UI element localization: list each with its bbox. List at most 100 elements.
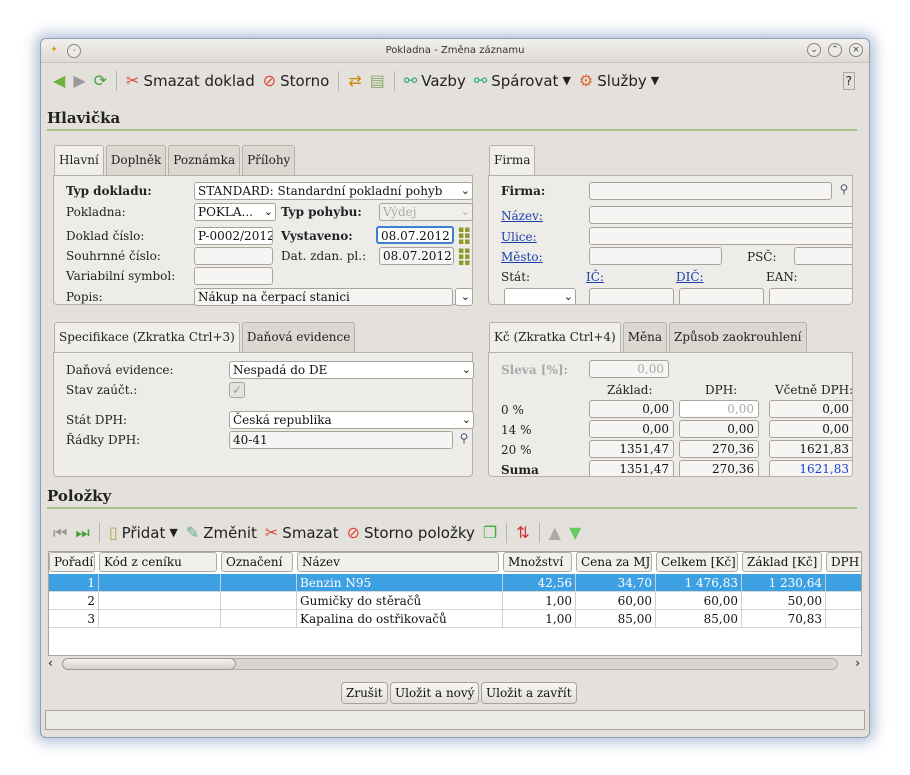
horizontal-scrollbar[interactable]: ‹ ›	[48, 656, 862, 672]
description-field[interactable]: Nákup na čerpací stanici	[194, 288, 453, 306]
base-0-field[interactable]: 0,00	[589, 400, 674, 418]
ic-field[interactable]	[589, 288, 674, 304]
table-row[interactable]: 3 Kapalina do ostřikovačů 1,00 85,00 85,…	[49, 610, 861, 628]
tab-main[interactable]: Hlavní	[54, 145, 104, 176]
move-up-button[interactable]: ▲	[545, 525, 565, 541]
services-button[interactable]: ⚙ Služby ▼	[575, 72, 663, 90]
vat-rows-field[interactable]: 40-41	[229, 431, 453, 449]
delete-item-button[interactable]: ✂ Smazat	[261, 524, 343, 542]
vat-0-field[interactable]: 0,00	[679, 400, 759, 418]
export-button[interactable]: ⇄	[344, 73, 365, 89]
variable-symbol-field[interactable]	[194, 267, 273, 285]
summary-number-field[interactable]	[194, 247, 273, 265]
edit-item-button[interactable]: ✎ Změnit	[182, 524, 261, 542]
search-icon[interactable]: ⚲	[457, 431, 471, 449]
tab-supplement[interactable]: Doplněk	[105, 145, 167, 175]
name-link[interactable]: Název:	[501, 209, 543, 223]
state-select[interactable]: ⌄	[504, 288, 576, 304]
total-14-field[interactable]: 0,00	[769, 420, 852, 438]
street-field[interactable]	[589, 227, 852, 245]
table-row[interactable]: 2 Gumičky do stěračů 1,00 60,00 60,00 50…	[49, 592, 861, 610]
column-header-base[interactable]: Základ [Kč]	[742, 552, 822, 572]
firm-name-field[interactable]	[589, 206, 852, 224]
last-icon[interactable]: ⏭	[71, 525, 93, 541]
tab-czk[interactable]: Kč (Zkratka Ctrl+4)	[489, 322, 621, 353]
copy-item-button[interactable]: ❐	[479, 525, 501, 541]
ean-field[interactable]	[769, 288, 852, 304]
tab-rounding[interactable]: Způsob zaokrouhlení	[668, 322, 807, 352]
storno-item-button[interactable]: ⊘ Storno položky	[343, 524, 479, 542]
add-item-button[interactable]: ▯ Přidat ▼	[105, 524, 182, 542]
calendar-icon[interactable]: ▪▪ ▪▪ ▪▪	[458, 226, 470, 247]
status-bar	[45, 710, 865, 730]
scrollbar-thumb[interactable]	[62, 658, 236, 670]
minimize-icon[interactable]: ⌄	[807, 43, 821, 57]
cancel-button[interactable]: Zrušit	[341, 682, 388, 704]
base-20-field[interactable]: 1351,47	[589, 440, 674, 458]
city-link[interactable]: Město:	[501, 250, 543, 264]
street-link[interactable]: Ulice:	[501, 230, 537, 244]
pair-button[interactable]: ⚯ Spárovat ▼	[470, 72, 575, 90]
tab-specification[interactable]: Specifikace (Zkratka Ctrl+3)	[54, 322, 240, 353]
tab-attachments[interactable]: Přílohy	[242, 145, 296, 175]
dic-field[interactable]	[679, 288, 764, 304]
save-close-button[interactable]: Uložit a zavřít	[481, 682, 577, 704]
back-icon[interactable]: ◀	[49, 73, 69, 89]
vat-20-field[interactable]: 270,36	[679, 440, 759, 458]
account-state-checkbox[interactable]: ✓	[229, 382, 245, 398]
maximize-icon[interactable]: ⌃	[828, 43, 842, 57]
vat-14-field[interactable]: 0,00	[679, 420, 759, 438]
first-icon[interactable]: ⏮	[49, 525, 71, 541]
base-14-field[interactable]: 0,00	[589, 420, 674, 438]
move-type-select[interactable]: Výdej ⌄	[379, 203, 473, 221]
doc-type-select[interactable]: STANDARD: Standardní pokladní pohyb ⌄	[194, 182, 473, 200]
links-button[interactable]: ⚯ Vazby	[400, 72, 470, 90]
refresh-icon[interactable]: ⟳	[90, 73, 111, 89]
issued-date-field[interactable]: 08.07.2012	[376, 226, 454, 244]
tab-currency[interactable]: Měna	[622, 322, 667, 352]
vat-state-select[interactable]: Česká republika ⌄	[229, 411, 474, 429]
save-new-button[interactable]: Uložit a nový	[390, 682, 480, 704]
sort-button[interactable]: ⇅	[512, 525, 533, 541]
attach-button[interactable]: ▤	[366, 73, 389, 89]
table-row[interactable]: 1 Benzin N95 42,56 34,70 1 476,83 1 230,…	[49, 574, 861, 592]
column-header-vat[interactable]: DPH [	[826, 552, 861, 572]
delete-document-button[interactable]: ✂ Smazat doklad	[122, 72, 259, 90]
close-icon[interactable]: ×	[849, 43, 863, 57]
base-sum-field[interactable]: 1351,47	[589, 460, 674, 476]
total-0-field[interactable]: 0,00	[769, 400, 852, 418]
total-20-field[interactable]: 1621,83	[769, 440, 852, 458]
search-icon[interactable]: ⚲	[837, 182, 851, 200]
scroll-right-icon[interactable]: ›	[855, 656, 860, 670]
storno-button[interactable]: ⊘ Storno	[259, 72, 334, 90]
description-dropdown[interactable]: ⌄	[455, 288, 473, 306]
column-header-qty[interactable]: Množství	[503, 552, 572, 572]
dic-link[interactable]: DIČ:	[676, 270, 704, 284]
column-header-total[interactable]: Celkem [Kč]	[656, 552, 738, 572]
city-field[interactable]	[589, 247, 722, 265]
firm-field[interactable]	[589, 182, 832, 200]
ic-link[interactable]: IČ:	[586, 270, 604, 284]
discount-field[interactable]: 0,00	[589, 360, 669, 378]
cash-select[interactable]: POKLA... ⌄	[194, 203, 276, 221]
help-icon[interactable]: ?	[839, 72, 859, 90]
tab-firm[interactable]: Firma	[489, 145, 536, 176]
tab-note[interactable]: Poznámka	[168, 145, 241, 175]
vat-sum-field[interactable]: 270,36	[679, 460, 759, 476]
tab-tax-evidence[interactable]: Daňová evidence	[241, 322, 356, 352]
column-header-mark[interactable]: Označení	[221, 552, 293, 572]
calendar-icon[interactable]: ▪▪ ▪▪ ▪▪	[458, 247, 470, 268]
vat-rate-0-label: 0 %	[501, 403, 524, 417]
total-sum-field[interactable]: 1621,83	[769, 460, 852, 476]
scroll-left-icon[interactable]: ‹	[48, 656, 53, 670]
psc-field[interactable]	[794, 247, 852, 265]
doc-number-field[interactable]: P-0002/2012	[194, 227, 273, 245]
column-header-order[interactable]: Pořadí	[49, 552, 95, 572]
tax-evidence-select[interactable]: Nespadá do DE ⌄	[229, 361, 474, 379]
move-down-button[interactable]: ▼	[565, 525, 585, 541]
forward-icon[interactable]: ▶	[69, 73, 89, 89]
column-header-code[interactable]: Kód z ceníku	[99, 552, 217, 572]
tax-date-field[interactable]: 08.07.2012	[379, 247, 454, 265]
column-header-name[interactable]: Název	[297, 552, 499, 572]
column-header-price[interactable]: Cena za MJ	[576, 552, 652, 572]
